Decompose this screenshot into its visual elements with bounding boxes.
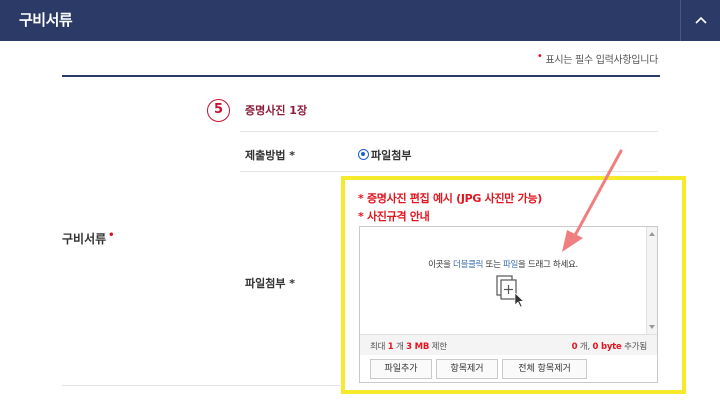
upload-limit-text: 최대 1 개 3 MB 제한 — [370, 340, 447, 352]
limit-text-part: 제한 — [429, 342, 447, 352]
add-file-button[interactable]: 파일추가 — [370, 359, 432, 379]
limit-text-part: 개 — [393, 342, 407, 352]
scroll-down-arrow-icon[interactable] — [649, 325, 655, 329]
chevron-up-icon — [695, 16, 707, 24]
photo-guide-link[interactable]: * 사진규격 안내 — [358, 208, 430, 224]
added-text-part: 개, — [577, 342, 593, 352]
file-attach-radio-label[interactable]: 파일첨부 — [371, 147, 411, 163]
drop-text-file: 파일 — [503, 260, 519, 270]
required-marker: • — [536, 51, 543, 62]
file-upload-widget: 이곳을 더블클릭 또는 파일을 드래그 하세요. 최대 1 개 3 MB 제한 … — [359, 226, 658, 383]
drop-zone-instructions: 이곳을 더블클릭 또는 파일을 드래그 하세요. — [360, 258, 646, 270]
drop-text-part: 이곳을 — [428, 260, 454, 270]
submission-method-label: 제출방법 * — [245, 149, 296, 162]
drop-text-part: 을 드래그 하세요. — [518, 260, 578, 270]
documents-label-text: 구비서류 — [62, 232, 107, 246]
scroll-up-arrow-icon[interactable] — [649, 232, 655, 236]
collapse-toggle-button[interactable] — [680, 0, 720, 41]
divider — [240, 171, 658, 172]
drop-text-dblclick: 더블클릭 — [453, 260, 484, 270]
step-title: 증명사진 1장 — [245, 104, 308, 117]
divider — [62, 385, 342, 386]
added-size: 0 byte — [592, 342, 622, 352]
documents-required-marker: • — [108, 230, 115, 241]
file-attach-radio[interactable] — [358, 149, 369, 160]
upload-status-bar: 최대 1 개 3 MB 제한 0 개, 0 byte 추가됨 — [360, 334, 657, 355]
upload-added-text: 0 개, 0 byte 추가됨 — [572, 340, 648, 352]
step-number-badge: 5 — [207, 99, 230, 122]
remove-item-button[interactable]: 항목제거 — [436, 359, 498, 379]
section-header: 구비서류 — [0, 0, 720, 41]
file-drop-zone[interactable]: 이곳을 더블클릭 또는 파일을 드래그 하세요. — [360, 227, 657, 334]
file-attach-label: 파일첨부 * — [245, 277, 296, 290]
photo-example-link[interactable]: * 증명사진 편집 예시 (JPG 사진만 가능) — [358, 190, 542, 206]
section-header-title: 구비서류 — [19, 11, 73, 29]
upload-button-bar: 파일추가 항목제거 전체 항목제거 — [360, 355, 657, 382]
section-top-divider — [62, 75, 660, 77]
drop-text-part: 또는 — [483, 260, 503, 270]
file-add-icon — [496, 275, 525, 308]
remove-all-items-button[interactable]: 전체 항목제거 — [502, 359, 587, 379]
required-notice: • 표시는 필수 입력사항입니다 — [537, 51, 658, 66]
documents-label: 구비서류 • — [62, 230, 115, 247]
vertical-scrollbar[interactable] — [646, 227, 657, 334]
limit-size: 3 MB — [406, 342, 430, 352]
limit-text-part: 최대 — [370, 342, 388, 352]
divider — [240, 131, 658, 132]
added-text-part: 추가됨 — [621, 342, 647, 352]
required-notice-text: 표시는 필수 입력사항입니다 — [545, 55, 658, 66]
